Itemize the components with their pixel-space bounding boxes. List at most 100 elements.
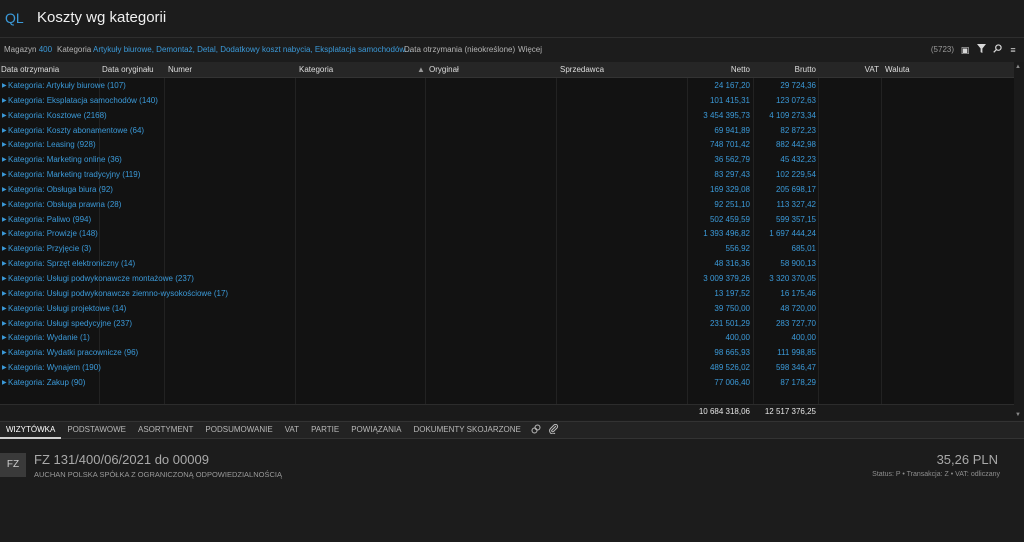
- tab-item[interactable]: ASORTYMENT: [132, 421, 199, 439]
- col-waluta[interactable]: Waluta: [885, 62, 910, 78]
- col-brutto[interactable]: Brutto: [795, 62, 816, 78]
- table-row[interactable]: ▶ Kategoria: Obsługa prawna (28) 92 251,10…: [0, 198, 1014, 213]
- scroll-down-icon[interactable]: ▼: [1015, 412, 1021, 418]
- table-row[interactable]: ▶ Kategoria: Wynajem (190) 489 526,02 598 3…: [0, 361, 1014, 376]
- expand-arrow-icon[interactable]: ▶: [2, 213, 7, 228]
- table-row[interactable]: ▶ Kategoria: Usługi spedycyjne (237) 231 5…: [0, 317, 1014, 332]
- group-label[interactable]: Kategoria: Eksplatacja samochodów (140): [8, 94, 158, 109]
- expand-arrow-icon[interactable]: ▶: [2, 361, 7, 376]
- group-label[interactable]: Kategoria: Marketing online (36): [8, 153, 122, 168]
- filter-data-otrzymania[interactable]: Data otrzymania (nieokreślone): [404, 40, 515, 60]
- search-icon[interactable]: [992, 40, 1002, 60]
- expand-arrow-icon[interactable]: ▶: [2, 346, 7, 361]
- link-icon[interactable]: [527, 424, 545, 437]
- group-label[interactable]: Kategoria: Usługi spedycyjne (237): [8, 317, 132, 332]
- group-label[interactable]: Kategoria: Prowizje (148): [8, 227, 98, 242]
- expand-arrow-icon[interactable]: ▶: [2, 287, 7, 302]
- expand-arrow-icon[interactable]: ▶: [2, 79, 7, 94]
- filter-magazyn[interactable]: Magazyn 400: [4, 40, 52, 60]
- table-row[interactable]: ▶ Kategoria: Wydatki pracownicze (96) 98 6…: [0, 346, 1014, 361]
- export-icon[interactable]: ▣: [960, 40, 970, 60]
- col-numer[interactable]: Numer: [168, 62, 192, 78]
- expand-arrow-icon[interactable]: ▶: [2, 153, 7, 168]
- expand-arrow-icon[interactable]: ▶: [2, 317, 7, 332]
- group-label[interactable]: Kategoria: Paliwo (994): [8, 213, 91, 228]
- col-sprzedawca[interactable]: Sprzedawca: [560, 62, 604, 78]
- tab-item[interactable]: WIZYTÓWKA: [0, 421, 62, 439]
- table-row[interactable]: ▶ Kategoria: Kosztowe (2168) 3 454 395,73 4…: [0, 109, 1014, 124]
- table-row[interactable]: ▶ Kategoria: Sprzęt elektroniczny (14) 48 …: [0, 257, 1014, 272]
- group-label[interactable]: Kategoria: Koszty abonamentowe (64): [8, 124, 144, 139]
- expand-arrow-icon[interactable]: ▶: [2, 227, 7, 242]
- group-label[interactable]: Kategoria: Sprzęt elektroniczny (14): [8, 257, 135, 272]
- expand-arrow-icon[interactable]: ▶: [2, 257, 7, 272]
- filter-icon[interactable]: [976, 40, 986, 60]
- filter-magazyn-label: Magazyn: [4, 45, 37, 54]
- expand-arrow-icon[interactable]: ▶: [2, 198, 7, 213]
- group-label[interactable]: Kategoria: Artykuły biurowe (107): [8, 79, 126, 94]
- expand-arrow-icon[interactable]: ▶: [2, 109, 7, 124]
- tab-item[interactable]: VAT: [279, 421, 305, 439]
- group-label[interactable]: Kategoria: Kosztowe (2168): [8, 109, 107, 124]
- group-label[interactable]: Kategoria: Wynajem (190): [8, 361, 101, 376]
- col-data-oryginalu[interactable]: Data oryginału: [102, 62, 154, 78]
- cell-brutto: 599 357,15: [775, 214, 816, 224]
- col-kategoria[interactable]: Kategoria: [299, 62, 333, 78]
- expand-arrow-icon[interactable]: ▶: [2, 94, 7, 109]
- vertical-scrollbar[interactable]: ▲ ▼: [1014, 62, 1024, 420]
- table-row[interactable]: ▶ Kategoria: Usługi projektowe (14) 39 750…: [0, 302, 1014, 317]
- table-row[interactable]: ▶ Kategoria: Koszty abonamentowe (64) 69 9…: [0, 124, 1014, 139]
- expand-arrow-icon[interactable]: ▶: [2, 168, 7, 183]
- expand-arrow-icon[interactable]: ▶: [2, 331, 7, 346]
- group-label[interactable]: Kategoria: Marketing tradycyjny (119): [8, 168, 140, 183]
- cell-netto: 24 167,20: [714, 81, 750, 90]
- group-label[interactable]: Kategoria: Usługi projektowe (14): [8, 302, 126, 317]
- cell-brutto: 685,01: [791, 244, 816, 254]
- expand-arrow-icon[interactable]: ▶: [2, 183, 7, 198]
- tab-item[interactable]: POWIĄZANIA: [345, 421, 407, 439]
- cell-netto: 556,92: [725, 244, 750, 254]
- group-label[interactable]: Kategoria: Leasing (928): [8, 138, 96, 153]
- filter-kategoria[interactable]: Kategoria Artykuły biurowe, Demontaż, De…: [57, 40, 411, 60]
- tab-item[interactable]: PODSTAWOWE: [61, 421, 132, 439]
- expand-arrow-icon[interactable]: ▶: [2, 302, 7, 317]
- group-label[interactable]: Kategoria: Wydatki pracownicze (96): [8, 346, 138, 361]
- table-row[interactable]: ▶ Kategoria: Zakup (90) 77 006,40 87 178,29: [0, 376, 1014, 391]
- scroll-up-icon[interactable]: ▲: [1015, 64, 1021, 70]
- table-row[interactable]: ▶ Kategoria: Marketing tradycyjny (119) 83…: [0, 168, 1014, 183]
- sort-ascending-icon[interactable]: ▲: [417, 62, 425, 78]
- table-row[interactable]: ▶ Kategoria: Przyjęcie (3) 556,92 685,01: [0, 242, 1014, 257]
- expand-arrow-icon[interactable]: ▶: [2, 376, 7, 391]
- table-row[interactable]: ▶ Kategoria: Obsługa biura (92) 169 329,08…: [0, 183, 1014, 198]
- table-row[interactable]: ▶ Kategoria: Usługi podwykonawcze ziemno-…: [0, 287, 1014, 302]
- expand-arrow-icon[interactable]: ▶: [2, 272, 7, 287]
- col-netto[interactable]: Netto: [731, 62, 750, 78]
- table-row[interactable]: ▶ Kategoria: Leasing (928) 748 701,42 882 4…: [0, 138, 1014, 153]
- menu-icon[interactable]: ≡: [1008, 40, 1018, 60]
- col-data-otrzymania[interactable]: Data otrzymania: [1, 62, 59, 78]
- tab-item[interactable]: PARTIE: [305, 421, 345, 439]
- table-row[interactable]: ▶ Kategoria: Artykuły biurowe (107) 24 167…: [0, 79, 1014, 94]
- group-label[interactable]: Kategoria: Obsługa biura (92): [8, 183, 113, 198]
- group-label[interactable]: Kategoria: Zakup (90): [8, 376, 85, 391]
- tab-item[interactable]: PODSUMOWANIE: [199, 421, 278, 439]
- group-label[interactable]: Kategoria: Obsługa prawna (28): [8, 198, 121, 213]
- group-label[interactable]: Kategoria: Usługi podwykonawcze montażow…: [8, 272, 194, 287]
- table-row[interactable]: ▶ Kategoria: Wydanie (1) 400,00 400,00: [0, 331, 1014, 346]
- expand-arrow-icon[interactable]: ▶: [2, 124, 7, 139]
- attachment-icon[interactable]: [545, 423, 563, 437]
- group-label[interactable]: Kategoria: Wydanie (1): [8, 331, 90, 346]
- table-row[interactable]: ▶ Kategoria: Marketing online (36) 36 562,…: [0, 153, 1014, 168]
- expand-arrow-icon[interactable]: ▶: [2, 242, 7, 257]
- col-oryginal[interactable]: Oryginał: [429, 62, 459, 78]
- col-vat[interactable]: VAT: [865, 62, 879, 78]
- filter-more-link[interactable]: Więcej: [518, 40, 542, 60]
- table-row[interactable]: ▶ Kategoria: Prowizje (148) 1 393 496,82 1 …: [0, 227, 1014, 242]
- group-label[interactable]: Kategoria: Usługi podwykonawcze ziemno-w…: [8, 287, 228, 302]
- table-row[interactable]: ▶ Kategoria: Paliwo (994) 502 459,59 599 35…: [0, 213, 1014, 228]
- table-row[interactable]: ▶ Kategoria: Eksplatacja samochodów (140)…: [0, 94, 1014, 109]
- group-label[interactable]: Kategoria: Przyjęcie (3): [8, 242, 91, 257]
- table-row[interactable]: ▶ Kategoria: Usługi podwykonawcze montażo…: [0, 272, 1014, 287]
- expand-arrow-icon[interactable]: ▶: [2, 138, 7, 153]
- tab-item[interactable]: DOKUMENTY SKOJARZONE: [407, 421, 526, 439]
